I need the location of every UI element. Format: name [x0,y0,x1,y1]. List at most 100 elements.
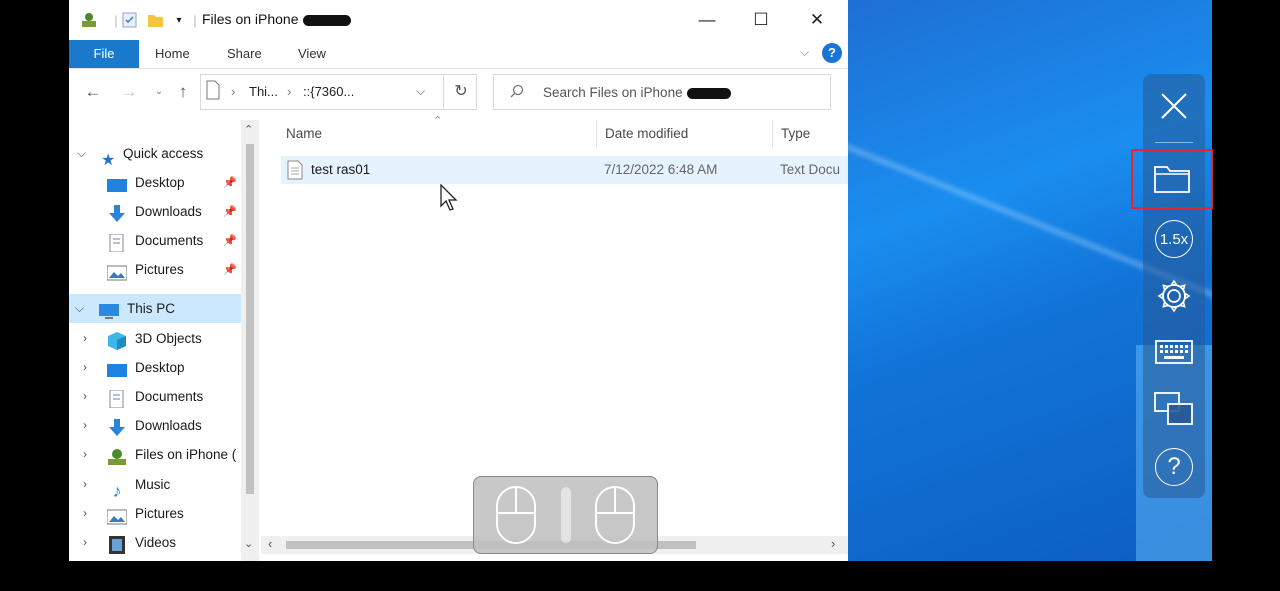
scroll-up-icon[interactable]: ⌃ [244,123,253,136]
switch-monitor-button[interactable] [1143,384,1205,434]
nav-quick-access[interactable]: ⌵ ★ Quick access [77,139,203,170]
tab-share[interactable]: Share [227,40,262,68]
nav-pc-desktop[interactable]: › Desktop [83,353,185,382]
address-page-icon [206,80,220,103]
keyboard-icon [1155,340,1193,364]
address-segment-device[interactable]: ::{7360... [303,84,354,99]
address-dropdown-icon[interactable]: ⌵ [416,84,425,99]
back-button[interactable]: ← [81,80,105,104]
nav-quick-desktop[interactable]: Desktop [107,168,185,197]
recent-locations-button[interactable]: ⌄ [147,80,171,104]
right-mouse-button[interactable] [595,486,635,544]
zoom-level-button[interactable]: 1.5x [1143,214,1205,264]
collapse-chevron-icon[interactable]: ⌵ [77,139,86,168]
expand-chevron-icon[interactable]: › [83,382,87,411]
file-type: Text Docu [780,162,841,177]
scroll-right-icon[interactable]: › [831,536,835,551]
virtual-mouse-overlay[interactable] [473,476,658,554]
help-toolbar-button[interactable]: ? [1143,442,1205,492]
ribbon-tabs: File Home Share View ⌵ ? [69,40,848,69]
tab-view[interactable]: View [298,40,326,68]
nav-quick-downloads[interactable]: Downloads [107,197,202,226]
scroll-left-icon[interactable]: ‹ [268,536,272,551]
keyboard-button[interactable] [1143,327,1205,377]
column-header-date[interactable]: Date modified [605,126,688,141]
redacted-text [686,87,731,99]
maximize-button[interactable]: ☐ [738,6,784,34]
new-folder-icon[interactable] [146,11,164,29]
window-title: Files on iPhone [202,11,351,27]
nav-pc-documents[interactable]: › Documents [83,382,203,411]
file-name: test ras01 [311,162,371,177]
forward-button[interactable]: → [117,80,141,104]
question-icon: ? [1155,448,1193,486]
expand-chevron-icon[interactable]: › [83,411,87,440]
documents-icon [107,233,127,253]
folder-icon [1154,166,1190,193]
nav-pc-pictures[interactable]: › Pictures [83,499,184,528]
nav-3d-objects[interactable]: › 3D Objects [83,324,202,353]
nav-quick-documents[interactable]: Documents [107,226,203,255]
help-button[interactable]: ? [822,43,842,63]
column-separator[interactable] [772,120,773,148]
expand-chevron-icon[interactable]: › [83,528,87,557]
nav-videos[interactable]: › Videos [83,528,176,557]
refresh-button[interactable]: ↻ [443,74,478,110]
properties-icon[interactable] [120,11,138,29]
nav-music[interactable]: › ♪ Music [83,470,170,501]
column-header-name[interactable]: Name [286,126,322,141]
mouse-cursor-icon [440,184,458,211]
text-file-icon [287,160,303,183]
nav-quick-pictures[interactable]: Pictures [106,255,184,284]
file-date-modified: 7/12/2022 6:48 AM [604,162,718,177]
redacted-text [302,14,351,26]
explorer-app-icon [80,11,98,29]
title-bar[interactable]: | ▾ | Files on iPhone — ☐ ✕ [69,0,848,40]
settings-button[interactable] [1143,271,1205,321]
expand-chevron-icon[interactable]: › [83,324,87,353]
expand-chevron-icon[interactable]: › [83,440,87,469]
left-mouse-button[interactable] [496,486,536,544]
tab-file[interactable]: File [69,40,139,68]
up-button[interactable]: ↑ [171,80,195,104]
nav-this-pc[interactable]: ⌵ This PC [69,294,241,323]
search-box[interactable]: Search Files on iPhone [493,74,831,110]
pin-icon: 📌 [223,177,237,189]
scroll-wheel-strip[interactable] [561,487,571,543]
scroll-down-icon[interactable]: ⌄ [244,537,253,550]
star-icon: ★ [101,152,116,170]
toolbar-divider [1155,142,1193,143]
address-segment-this-pc[interactable]: Thi... [249,84,278,99]
close-icon [1161,93,1187,119]
remote-control-toolbar: 1.5x ? [1131,74,1213,498]
close-button[interactable]: ✕ [794,6,840,34]
nav-vertical-scrollbar[interactable]: ⌃ ⌄ [241,120,259,561]
collapse-chevron-icon[interactable]: ⌵ [75,294,84,323]
pin-icon: 📌 [223,235,237,247]
close-session-button[interactable] [1143,81,1205,131]
minimize-button[interactable]: — [684,6,730,34]
pin-icon: 📌 [223,206,237,218]
nav-scroll-thumb[interactable] [246,144,254,494]
gear-icon [1157,279,1191,313]
search-input[interactable]: Search Files on iPhone [543,85,731,100]
pictures-icon [106,506,128,525]
zoom-level-label: 1.5x [1155,220,1193,258]
expand-chevron-icon[interactable]: › [83,470,87,499]
address-chevron-icon: › [287,84,292,99]
pictures-icon [106,262,128,281]
expand-chevron-icon[interactable]: › [83,353,87,382]
desktop-icon [107,175,127,193]
expand-chevron-icon[interactable]: › [83,499,87,528]
file-transfer-button[interactable] [1131,149,1213,209]
address-bar[interactable]: › Thi... › ::{7360... ⌵ [200,74,477,110]
table-row[interactable]: test ras01 7/12/2022 6:48 AM Text Docu [281,156,848,184]
videos-icon [107,535,127,555]
nav-pc-downloads[interactable]: › Downloads [83,411,202,440]
ribbon-expand-icon[interactable]: ⌵ [800,45,809,60]
3d-objects-icon [107,331,127,351]
nav-files-on-iphone[interactable]: › Files on iPhone ( [83,440,236,469]
column-header-type[interactable]: Type [781,126,810,141]
column-separator[interactable] [596,120,597,148]
tab-home[interactable]: Home [155,40,190,68]
